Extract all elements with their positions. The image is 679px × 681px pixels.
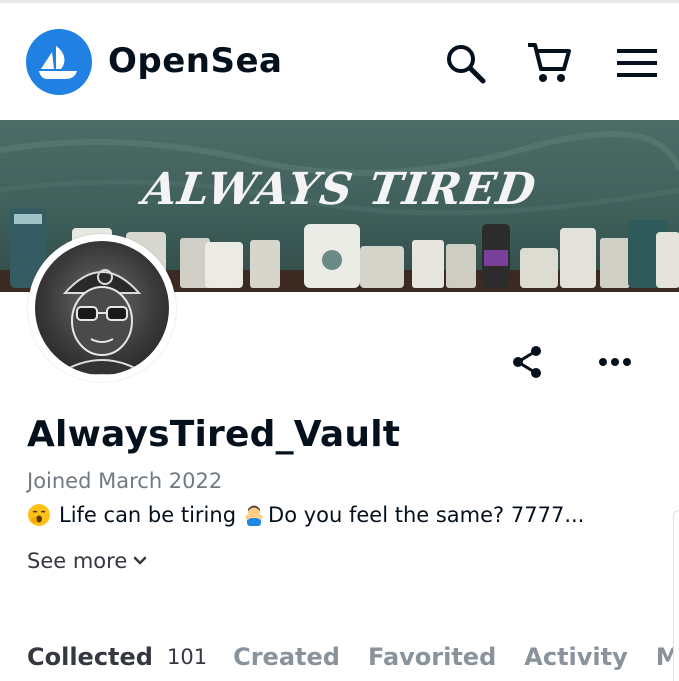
opensea-logo-icon[interactable] [26,29,92,95]
profile-bio: Life can be tiring Do you feel the same?… [27,503,584,527]
profile-tabs: Collected 101 Created Favorited Activity… [27,637,679,677]
hamburger-menu-icon[interactable] [615,41,659,85]
more-options-icon[interactable] [596,342,636,382]
bio-text-continued: Do you feel the same? 7777... [268,503,585,527]
collected-count: 101 [167,645,208,669]
share-icon[interactable] [508,342,548,382]
profile-avatar [28,234,176,382]
cart-icon[interactable] [526,41,571,85]
profile-username: AlwaysTired_Vault [27,414,401,455]
brand-name[interactable]: OpenSea [108,41,283,81]
tab-activity[interactable]: Activity [524,643,628,671]
tab-collected[interactable]: Collected [27,643,153,671]
see-more-label: See more [27,549,128,573]
tab-created[interactable]: Created [233,643,340,671]
yawning-face-icon [27,503,51,527]
joined-date: Joined March 2022 [27,469,223,493]
see-more-button[interactable]: See more [27,549,147,573]
person-bowing-icon [242,503,266,527]
search-icon[interactable] [443,41,487,85]
side-panel-edge [673,510,679,681]
banner-title: ALWAYS TIRED [139,164,540,215]
site-header: OpenSea [0,3,679,120]
chevron-down-icon [133,556,147,566]
tab-favorited[interactable]: Favorited [368,643,496,671]
banner-subtitle: NFTS [328,224,349,233]
bio-text: Life can be tiring [59,503,237,527]
cartoon-avatar-icon [35,241,169,375]
